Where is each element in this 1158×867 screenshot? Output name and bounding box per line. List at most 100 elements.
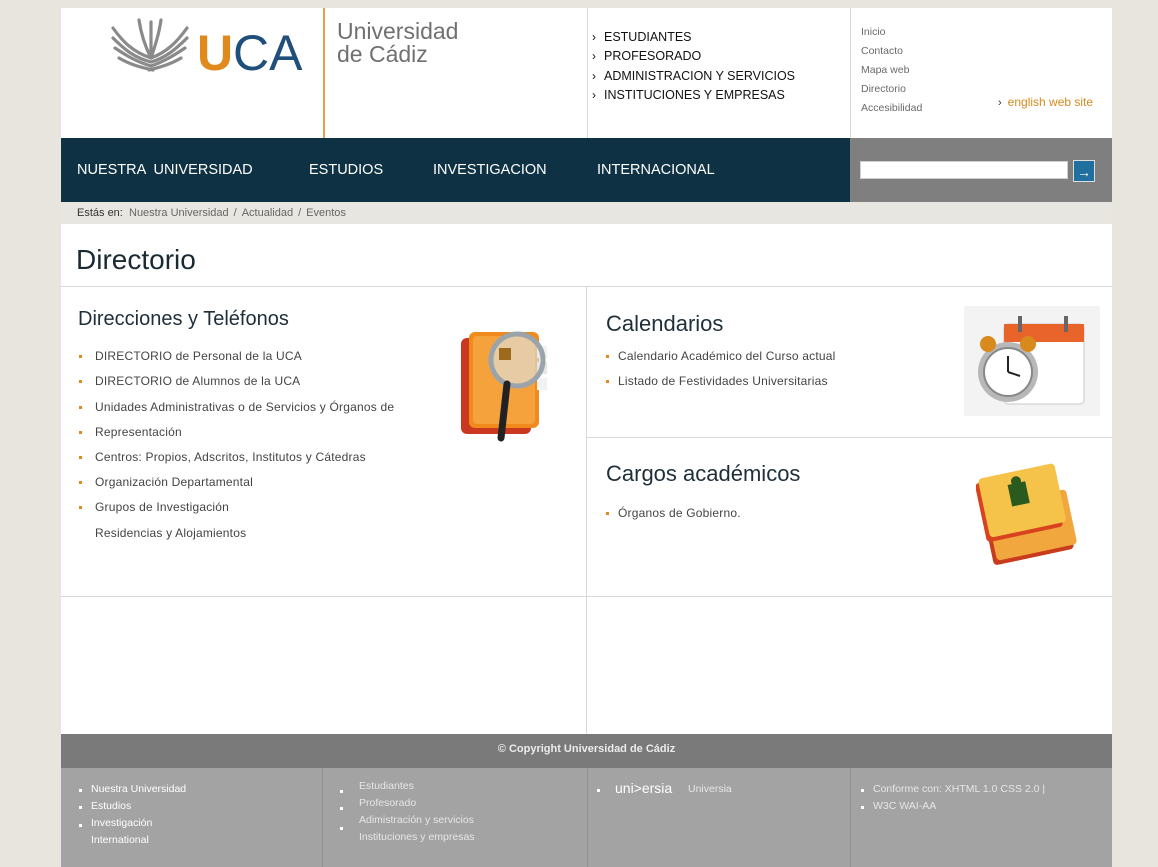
uca-logo-ca: CA xyxy=(233,25,303,78)
bullet xyxy=(606,512,609,515)
logo-divider xyxy=(323,8,325,138)
footer-link-estudios[interactable]: Estudios xyxy=(91,800,131,812)
audience-link-profesorado[interactable]: › PROFESORADO xyxy=(592,47,795,67)
header: U CA Universidad de Cádiz › ESTUDIANTES ›… xyxy=(61,8,1112,138)
chevron-right-icon: › xyxy=(592,29,596,44)
logo-wordmark: Universidad de Cádiz xyxy=(337,20,458,66)
footer-link-international[interactable]: International xyxy=(91,834,149,846)
bullet xyxy=(79,406,82,409)
copyright-bar: © Copyright Universidad de Cádiz xyxy=(61,734,1112,768)
footer-divider xyxy=(587,768,588,867)
bullet xyxy=(597,789,600,792)
quick-links: Inicio Contacto Mapa web Directorio Acce… xyxy=(861,23,922,118)
search-submit-button[interactable]: → xyxy=(1073,160,1095,182)
bullet xyxy=(79,431,82,434)
footer-link-profesorado[interactable]: Profesorado xyxy=(359,797,416,809)
breadcrumb-separator: / xyxy=(298,207,302,219)
quick-link-contacto[interactable]: Contacto xyxy=(861,42,922,61)
list-item[interactable]: Grupos de Investigación xyxy=(79,500,229,514)
footer-link-instituciones[interactable]: Instituciones y empresas xyxy=(359,831,475,843)
list-item[interactable]: DIRECTORIO de Alumnos de la UCA xyxy=(79,374,300,388)
nav-nuestra-universidad[interactable]: NUESTRA UNIVERSIDAD xyxy=(77,138,253,202)
bullet xyxy=(861,806,864,809)
search-input[interactable] xyxy=(860,161,1068,179)
breadcrumb: Estás en: Nuestra Universidad / Actualidad… xyxy=(61,202,1112,224)
quick-link-mapa-web[interactable]: Mapa web xyxy=(861,61,922,80)
bullet xyxy=(340,827,343,830)
bullet xyxy=(79,806,82,809)
quick-link-inicio[interactable]: Inicio xyxy=(861,23,922,42)
quick-link-accesibilidad[interactable]: Accesibilidad xyxy=(861,99,922,118)
audience-menu: › ESTUDIANTES › PROFESORADO › ADMINISTRACIO… xyxy=(592,27,795,105)
bullet xyxy=(79,789,82,792)
footer-link-administracion[interactable]: Adimistración y servicios xyxy=(359,814,474,826)
footer-divider xyxy=(322,768,323,867)
chevron-right-icon: › xyxy=(998,97,1002,109)
nav-investigacion[interactable]: INVESTIGACION xyxy=(433,138,547,202)
logo-line2: de Cádiz xyxy=(337,41,428,67)
list-item[interactable]: Calendario Académico del Curso actual xyxy=(606,349,836,363)
uca-logo-u: U xyxy=(197,25,233,78)
breadcrumb-item-eventos[interactable]: Eventos xyxy=(306,207,346,219)
list-item[interactable]: DIRECTORIO de Personal de la UCA xyxy=(79,349,302,363)
bullet xyxy=(79,481,82,484)
column-divider xyxy=(586,286,587,734)
audience-link-estudiantes[interactable]: › ESTUDIANTES xyxy=(592,27,795,47)
bullet xyxy=(606,380,609,383)
list-item[interactable]: Órganos de Gobierno. xyxy=(606,506,741,520)
page-title: Directorio xyxy=(76,244,196,275)
section-title-calendarios: Calendarios xyxy=(606,311,724,336)
english-site-link[interactable]: › english web site xyxy=(998,95,1093,109)
quick-link-directorio[interactable]: Directorio xyxy=(861,80,922,99)
breadcrumb-item-actualidad[interactable]: Actualidad xyxy=(242,207,293,219)
audience-link-administracion[interactable]: › ADMINISTRACION Y SERVICIOS xyxy=(592,66,795,86)
divider xyxy=(587,437,1112,438)
bullet xyxy=(340,790,343,793)
footer-link-estudiantes[interactable]: Estudiantes xyxy=(359,780,414,792)
bullet xyxy=(79,380,82,383)
footer: Nuestra Universidad Estudios Investigaci… xyxy=(61,768,1112,867)
header-divider xyxy=(850,8,851,138)
list-item[interactable]: Organización Departamental xyxy=(79,475,253,489)
address-book-magnifier-icon xyxy=(461,331,547,442)
logo-line1: Universidad xyxy=(337,18,459,44)
audience-link-instituciones[interactable]: › INSTITUCIONES Y EMPRESAS xyxy=(592,86,795,106)
breadcrumb-item-nuestra-universidad[interactable]: Nuestra Universidad xyxy=(129,207,229,219)
footer-link-nuestra-universidad[interactable]: Nuestra Universidad xyxy=(91,783,186,795)
bullet xyxy=(79,456,82,459)
breadcrumb-separator: / xyxy=(233,207,237,219)
list-item[interactable]: Listado de Festividades Universitarias xyxy=(606,374,828,388)
bullet xyxy=(79,506,82,509)
bullet xyxy=(606,355,609,358)
divider xyxy=(61,596,1112,597)
list-item[interactable]: Representación xyxy=(79,425,182,439)
calendar-clock-icon xyxy=(964,306,1100,416)
universia-logo[interactable]: uni>ersia xyxy=(615,780,672,796)
uca-emblem-icon: U CA xyxy=(111,18,303,78)
bullet xyxy=(340,807,343,810)
bullet xyxy=(79,824,82,827)
page: U CA Universidad de Cádiz › ESTUDIANTES ›… xyxy=(61,8,1112,867)
chevron-right-icon: › xyxy=(592,49,596,64)
footer-divider xyxy=(850,768,851,867)
list-item[interactable]: Residencias y Alojamientos xyxy=(95,526,246,540)
nav-estudios[interactable]: ESTUDIOS xyxy=(309,138,383,202)
books-icon xyxy=(976,463,1077,565)
chevron-right-icon: › xyxy=(592,88,596,103)
section-title-direcciones: Direcciones y Teléfonos xyxy=(78,308,289,330)
footer-link-w3c-wai[interactable]: W3C WAI-AA xyxy=(873,800,936,812)
section-title-cargos: Cargos académicos xyxy=(606,461,801,486)
bullet xyxy=(79,355,82,358)
header-divider xyxy=(587,8,588,138)
chevron-right-icon: › xyxy=(592,68,596,83)
footer-link-xhtml-css[interactable]: Conforme con: XHTML 1.0 CSS 2.0 | xyxy=(873,783,1045,795)
bullet xyxy=(861,789,864,792)
nav-internacional[interactable]: INTERNACIONAL xyxy=(597,138,715,202)
footer-link-investigacion[interactable]: Investigación xyxy=(91,817,152,829)
footer-link-universia[interactable]: Universia xyxy=(688,783,732,795)
list-item[interactable]: Unidades Administrativas o de Servicios … xyxy=(79,400,394,414)
search-bar: → xyxy=(850,138,1112,202)
list-item[interactable]: Centros: Propios, Adscritos, Institutos … xyxy=(79,450,366,464)
breadcrumb-label: Estás en: xyxy=(77,207,123,219)
main-nav: NUESTRA UNIVERSIDAD ESTUDIOS INVESTIGACI… xyxy=(61,138,850,202)
